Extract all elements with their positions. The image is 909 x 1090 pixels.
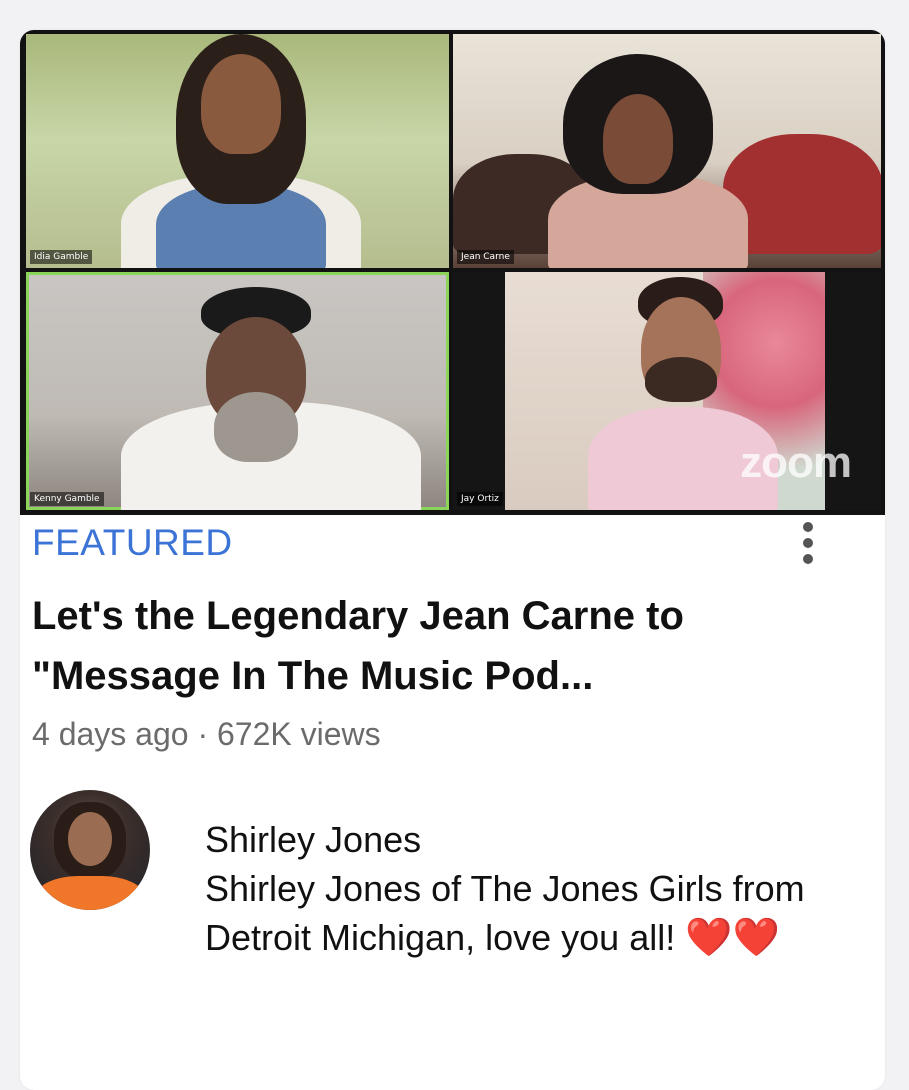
participant-tile: Jay Ortiz zoom (453, 272, 881, 510)
participant-name: Kenny Gamble (30, 492, 104, 506)
participant-tile-active-speaker: Kenny Gamble (26, 272, 449, 510)
participant-name: Idia Gamble (30, 250, 93, 264)
more-vertical-icon[interactable] (797, 518, 819, 568)
avatar[interactable] (30, 790, 150, 910)
participant-tile: Idia Gamble (26, 34, 449, 268)
participant-tile: Jean Carne (453, 34, 881, 268)
video-title[interactable]: Let's the Legendary Jean Carne to "Messa… (32, 586, 832, 706)
featured-badge: FEATURED (32, 522, 233, 563)
zoom-watermark: zoom (740, 438, 852, 487)
comment: Shirley Jones Shirley Jones of The Jones… (205, 815, 845, 963)
comment-author[interactable]: Shirley Jones (205, 815, 845, 864)
video-meta: 4 days ago · 672K views (32, 716, 381, 752)
heart-emoji: ❤️❤️ (685, 917, 780, 959)
participant-name: Jean Carne (457, 250, 514, 264)
participant-name: Jay Ortiz (457, 492, 503, 506)
video-thumbnail[interactable]: Idia Gamble Jean Carne Kenny Gamble Jay … (20, 30, 885, 515)
